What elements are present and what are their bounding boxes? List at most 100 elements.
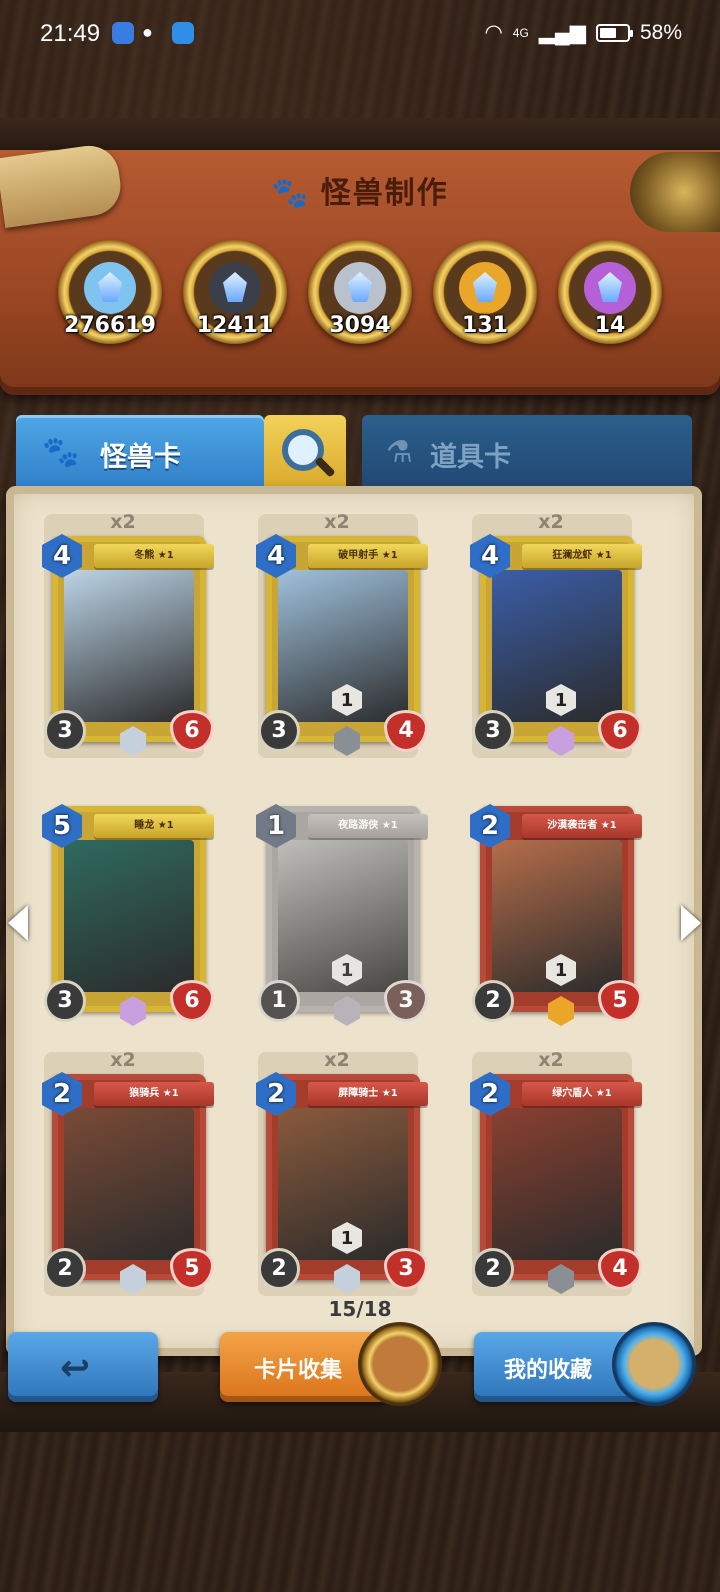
back-arrow-icon: ↩ — [60, 1348, 91, 1389]
card-art — [492, 1108, 622, 1260]
app-notification-icon — [112, 22, 134, 44]
currency-value: 276619 — [64, 313, 156, 338]
monster-card-slot[interactable]: x2 破甲射手 ★1 4 3 4 1 — [252, 511, 428, 762]
app-notification-icon-2 — [172, 22, 194, 44]
card-name: 冬熊 ★1 — [94, 544, 214, 568]
monster-card[interactable]: 沙漠袭击者 ★1 2 2 5 1 — [470, 804, 642, 1026]
monster-card[interactable]: 睡龙 ★1 5 3 6 — [42, 804, 214, 1026]
battery-icon — [595, 23, 633, 42]
card-name: 睡龙 ★1 — [94, 814, 214, 838]
card-name: 破甲射手 ★1 — [308, 544, 428, 568]
card-collect-label: 卡片收集 — [254, 1358, 343, 1383]
page-indicator: 15/18 — [328, 1297, 392, 1321]
currency-essence-bottle: 276619 — [58, 240, 162, 344]
card-name: 屏障骑士 ★1 — [308, 1082, 428, 1106]
card-health: 4 — [384, 710, 428, 752]
card-attack: 2 — [258, 1248, 300, 1290]
page-title: 🐾 怪兽制作 — [0, 168, 720, 212]
gold-crystal-icon — [459, 262, 511, 314]
card-collect-badge-icon[interactable] — [358, 1322, 442, 1406]
monster-card-slot[interactable]: 睡龙 ★1 5 3 6 — [38, 784, 214, 1032]
card-attack: 2 — [44, 1248, 86, 1290]
wechat-icon: ● — [142, 22, 153, 42]
monster-card[interactable]: 夜路游侠 ★1 1 1 3 1 — [256, 804, 428, 1026]
monster-card[interactable]: 屏障骑士 ★1 2 2 3 1 — [256, 1072, 428, 1294]
monster-card-slot[interactable]: 沙漠袭击者 ★1 2 2 5 1 — [466, 784, 642, 1032]
my-collection-badge-icon[interactable] — [612, 1322, 696, 1406]
next-page-arrow[interactable] — [681, 905, 701, 941]
potion-icon: ⚗ — [386, 435, 413, 470]
tab-monster-cards[interactable]: 🐾 怪兽卡 — [16, 415, 264, 491]
card-name: 狂澜龙虾 ★1 — [522, 544, 642, 568]
card-name: 夜路游侠 ★1 — [308, 814, 428, 838]
monster-card-slot[interactable]: x2 狂澜龙虾 ★1 4 3 6 1 — [466, 511, 642, 762]
card-art — [64, 570, 194, 722]
currency-rainbow-crystal: 14 — [558, 240, 662, 344]
currency-bar: 276619 12411 3094 131 14 — [58, 240, 662, 344]
card-count: x2 — [324, 1049, 350, 1071]
card-name: 狼骑兵 ★1 — [94, 1082, 214, 1106]
card-health: 3 — [384, 980, 428, 1022]
essence-bottle-icon — [84, 262, 136, 314]
card-health: 6 — [598, 710, 642, 752]
card-health: 5 — [598, 980, 642, 1022]
monster-card[interactable]: 狼骑兵 ★1 2 2 5 — [42, 1072, 214, 1294]
card-health: 5 — [170, 1248, 214, 1290]
monster-card-slot[interactable]: x2 屏障骑士 ★1 2 2 3 1 — [252, 1049, 428, 1300]
card-health: 4 — [598, 1248, 642, 1290]
card-attack: 3 — [44, 710, 86, 752]
card-count: x2 — [324, 511, 350, 533]
dark-crystal-icon — [209, 262, 261, 314]
paw-icon: 🐾 — [271, 176, 311, 211]
card-name: 沙漠袭击者 ★1 — [522, 814, 642, 838]
status-time: 21:49 — [40, 20, 101, 47]
paw-icon: 🐾 — [42, 435, 80, 470]
card-count: x2 — [110, 1049, 136, 1071]
monster-card[interactable]: 破甲射手 ★1 4 3 4 1 — [256, 534, 428, 756]
silver-crystal-icon — [334, 262, 386, 314]
monster-card-slot[interactable]: x2 绿穴盾人 ★1 2 2 4 — [466, 1049, 642, 1300]
card-health: 6 — [170, 710, 214, 752]
prev-page-arrow[interactable] — [8, 905, 28, 941]
currency-value: 12411 — [196, 313, 274, 338]
card-attack: 1 — [258, 980, 300, 1022]
search-button[interactable] — [264, 415, 346, 491]
card-health: 6 — [170, 980, 214, 1022]
tab-item-cards[interactable]: ⚗ 道具卡 — [362, 415, 692, 491]
card-attack: 2 — [472, 1248, 514, 1290]
rarity-gem-icon — [334, 996, 360, 1026]
network-label: 4G — [512, 25, 529, 40]
card-art — [64, 840, 194, 992]
card-art — [64, 1108, 194, 1260]
monster-card-slot[interactable]: 夜路游侠 ★1 1 1 3 1 — [252, 784, 428, 1032]
monster-card[interactable]: 绿穴盾人 ★1 2 2 4 — [470, 1072, 642, 1294]
card-attack: 3 — [472, 710, 514, 752]
currency-value: 3094 — [329, 313, 391, 338]
currency-dark-crystal: 12411 — [183, 240, 287, 344]
card-count: x2 — [538, 511, 564, 533]
card-attack: 2 — [472, 980, 514, 1022]
search-icon-handle — [314, 456, 336, 478]
currency-silver-crystal: 3094 — [308, 240, 412, 344]
rarity-gem-icon — [548, 996, 574, 1026]
card-count: x2 — [110, 511, 136, 533]
signal-icon: ▂▄▆ — [538, 21, 586, 44]
currency-value: 131 — [462, 313, 508, 338]
rarity-gem-icon — [120, 996, 146, 1026]
monster-card[interactable]: 狂澜龙虾 ★1 4 3 6 1 — [470, 534, 642, 756]
page-title-text: 怪兽制作 — [320, 176, 449, 211]
monster-card-slot[interactable]: x2 狼骑兵 ★1 2 2 5 — [38, 1049, 214, 1300]
status-bar: 21:49 ● ◠ 4G ▂▄▆ 58% — [0, 0, 720, 72]
card-name: 绿穴盾人 ★1 — [522, 1082, 642, 1106]
monster-card[interactable]: 冬熊 ★1 4 3 6 — [42, 534, 214, 756]
my-collection-label: 我的收藏 — [504, 1358, 593, 1383]
status-right: ◠ 4G ▂▄▆ 58% — [484, 20, 682, 45]
currency-value: 14 — [594, 313, 626, 338]
card-health: 3 — [384, 1248, 428, 1290]
tab-item-label: 道具卡 — [430, 442, 511, 473]
card-attack: 3 — [258, 710, 300, 752]
wifi-icon: ◠ — [484, 21, 503, 44]
card-attack: 3 — [44, 980, 86, 1022]
back-button[interactable]: ↩ — [8, 1332, 158, 1402]
monster-card-slot[interactable]: x2 冬熊 ★1 4 3 6 — [38, 511, 214, 762]
